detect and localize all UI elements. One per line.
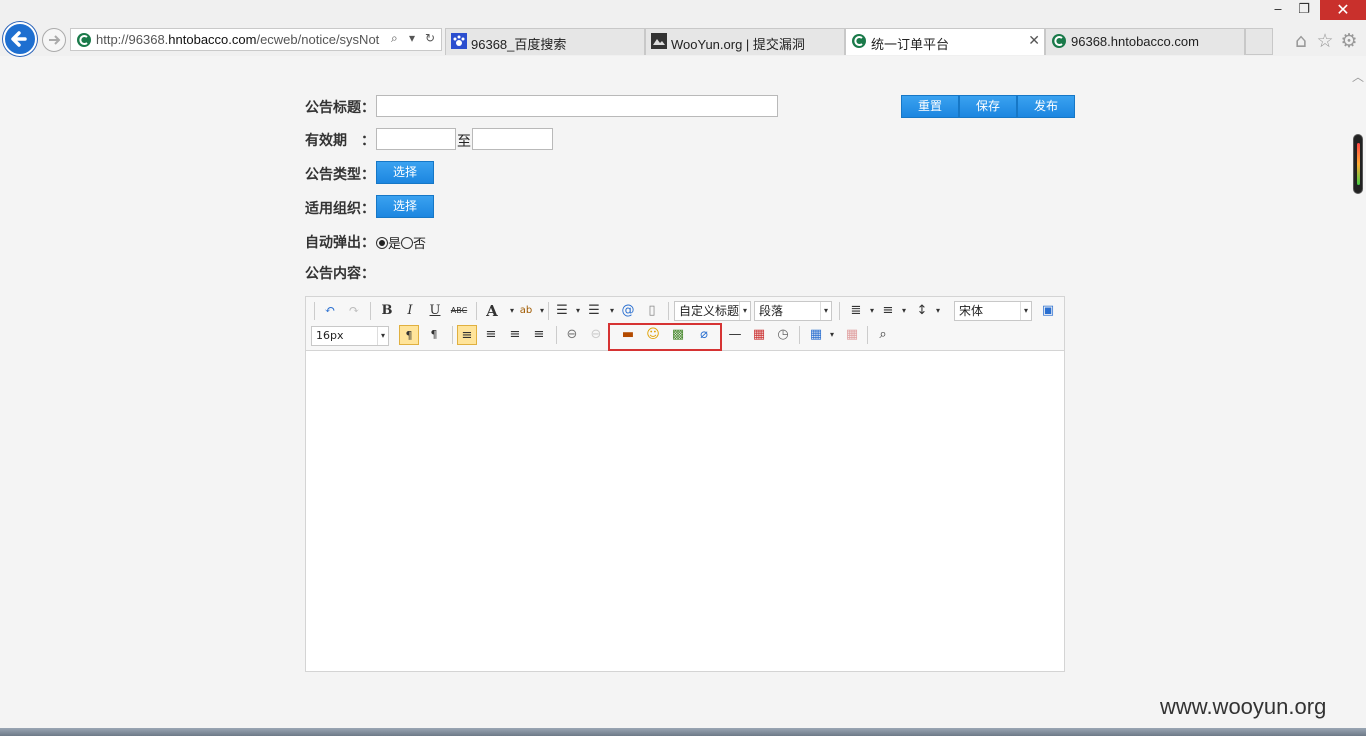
rich-text-editor: ↶ ↷ B I U ABC A ▾ ab ▾ ☰ ▾ ☰ ▾ @ ▯ 自定义标题… [305, 296, 1065, 672]
type-label: 公告类型： [305, 167, 375, 183]
page-icon[interactable]: ▯ [642, 301, 662, 321]
anchor-icon[interactable]: @ [618, 301, 638, 321]
chevron-down-icon[interactable]: ▾ [822, 325, 842, 345]
align-right-icon[interactable]: ≡ [505, 325, 525, 345]
tab-hntobacco[interactable]: 96368.hntobacco.com [1045, 28, 1245, 55]
tab-label: 统一订单平台 [871, 37, 950, 52]
chevron-down-icon[interactable]: ▾ [928, 301, 948, 321]
calendar-icon[interactable]: ▦ [749, 325, 769, 345]
to-text: 至 [457, 134, 471, 150]
close-icon[interactable]: ✕ [1028, 32, 1040, 49]
tab-baidu[interactable]: 96368_百度搜索 [445, 28, 645, 55]
publish-button[interactable]: 发布 [1017, 95, 1075, 118]
tab-label: 96368.hntobacco.com [1071, 34, 1199, 49]
unlink-icon[interactable]: ⊖ [586, 325, 606, 345]
wooyun-icon [651, 33, 667, 49]
heading-select[interactable]: 自定义标题 ▾ [674, 301, 751, 321]
italic-icon[interactable]: I [400, 301, 420, 321]
delete-table-icon[interactable]: ▦ [842, 325, 862, 345]
watermark: www.wooyun.org [1160, 694, 1327, 719]
font-color-icon[interactable]: A [482, 301, 502, 321]
new-tab-button[interactable] [1245, 28, 1273, 55]
search-replace-icon[interactable]: ⌕ [873, 325, 893, 345]
radio-yes-label: 是 [388, 237, 402, 252]
back-arrow-icon [11, 31, 27, 47]
tab-order-platform[interactable]: 统一订单平台 ✕ [845, 28, 1045, 55]
taskbar [0, 728, 1366, 736]
back-button[interactable] [3, 22, 37, 56]
editor-toolbar: ↶ ↷ B I U ABC A ▾ ab ▾ ☰ ▾ ☰ ▾ @ ▯ 自定义标题… [306, 297, 1064, 351]
close-window-button[interactable]: ✕ [1320, 0, 1366, 20]
horizontal-rule-icon[interactable]: — [725, 325, 745, 345]
rtl-icon[interactable]: ¶ [424, 325, 444, 345]
start-date-input[interactable] [376, 128, 456, 150]
select-org-button[interactable]: 选择 [376, 195, 434, 218]
chevron-down-icon[interactable]: ▾ [894, 301, 914, 321]
scroll-up-icon[interactable]: ︿ [1352, 68, 1364, 85]
editor-content-area[interactable] [306, 352, 1064, 671]
scroll-thumb[interactable] [1353, 134, 1363, 194]
highlight-box [608, 323, 722, 351]
fullscreen-icon[interactable]: ▣ [1038, 301, 1058, 321]
link-icon[interactable]: ⊖ [562, 325, 582, 345]
strikethrough-icon[interactable]: ABC [449, 301, 469, 321]
paragraph-select[interactable]: 段落 ▾ [754, 301, 832, 321]
paw-icon [451, 33, 467, 49]
org-label: 适用组织： [305, 201, 375, 217]
validity-label: 有效期 ： [305, 133, 375, 149]
forward-arrow-icon [49, 35, 61, 45]
font-size-select[interactable]: 16px ▾ [311, 326, 389, 346]
browser-window: ‒ ❐ ✕ http://96368.hntobacco.com/ecweb/n… [0, 0, 1366, 736]
underline-icon[interactable]: U [425, 301, 445, 321]
title-label: 公告标题： [305, 100, 375, 116]
gear-icon[interactable]: ⚙ [1338, 30, 1360, 52]
undo-icon[interactable]: ↶ [320, 301, 340, 321]
align-center-icon[interactable]: ≡ [481, 325, 501, 345]
save-button[interactable]: 保存 [959, 95, 1017, 118]
tab-label: WooYun.org | 提交漏洞 [671, 37, 805, 52]
font-family-select[interactable]: 宋体 ▾ [954, 301, 1032, 321]
minimize-button[interactable]: ‒ [1266, 0, 1290, 20]
redo-icon[interactable]: ↷ [344, 301, 364, 321]
select-type-button[interactable]: 选择 [376, 161, 434, 184]
vertical-scrollbar[interactable]: ︿ [1348, 56, 1366, 728]
radio-no[interactable] [401, 237, 414, 249]
end-date-input[interactable] [472, 128, 553, 150]
refresh-icon[interactable]: ↻ [425, 31, 435, 45]
radio-no-label: 否 [413, 237, 427, 252]
browser-chrome: ‒ ❐ ✕ http://96368.hntobacco.com/ecweb/n… [0, 0, 1366, 56]
reset-button[interactable]: 重置 [901, 95, 959, 118]
c-logo-icon [77, 33, 91, 47]
chevron-down-icon[interactable]: ▾ [409, 31, 415, 45]
star-icon[interactable]: ☆ [1314, 30, 1336, 52]
tab-label: 96368_百度搜索 [471, 37, 567, 52]
home-icon[interactable]: ⌂ [1290, 30, 1312, 52]
url-text[interactable]: http://96368.hntobacco.com/ecweb/notice/… [96, 32, 386, 47]
bold-icon[interactable]: B [377, 301, 397, 321]
forward-button[interactable] [42, 28, 66, 52]
unordered-list-icon[interactable]: ☰ [584, 301, 604, 321]
tab-wooyun[interactable]: WooYun.org | 提交漏洞 [645, 28, 845, 55]
chevron-down-icon[interactable]: ▾ [532, 301, 552, 321]
address-bar[interactable]: http://96368.hntobacco.com/ecweb/notice/… [70, 28, 442, 51]
clock-icon[interactable]: ◷ [773, 325, 793, 345]
c-logo-icon [852, 34, 866, 48]
popup-label: 自动弹出： [305, 235, 375, 251]
content-label: 公告内容： [305, 266, 375, 282]
popup-radio-group: 是否 [376, 233, 426, 252]
search-icon[interactable]: ⌕ [391, 31, 398, 46]
align-justify-icon[interactable]: ≡ [529, 325, 549, 345]
title-input[interactable] [376, 95, 778, 117]
radio-yes[interactable] [376, 237, 388, 249]
ltr-icon[interactable]: ¶ [399, 325, 419, 345]
c-logo-icon [1052, 34, 1066, 48]
align-left-icon[interactable]: ≡ [457, 325, 477, 345]
maximize-button[interactable]: ❐ [1292, 0, 1316, 20]
